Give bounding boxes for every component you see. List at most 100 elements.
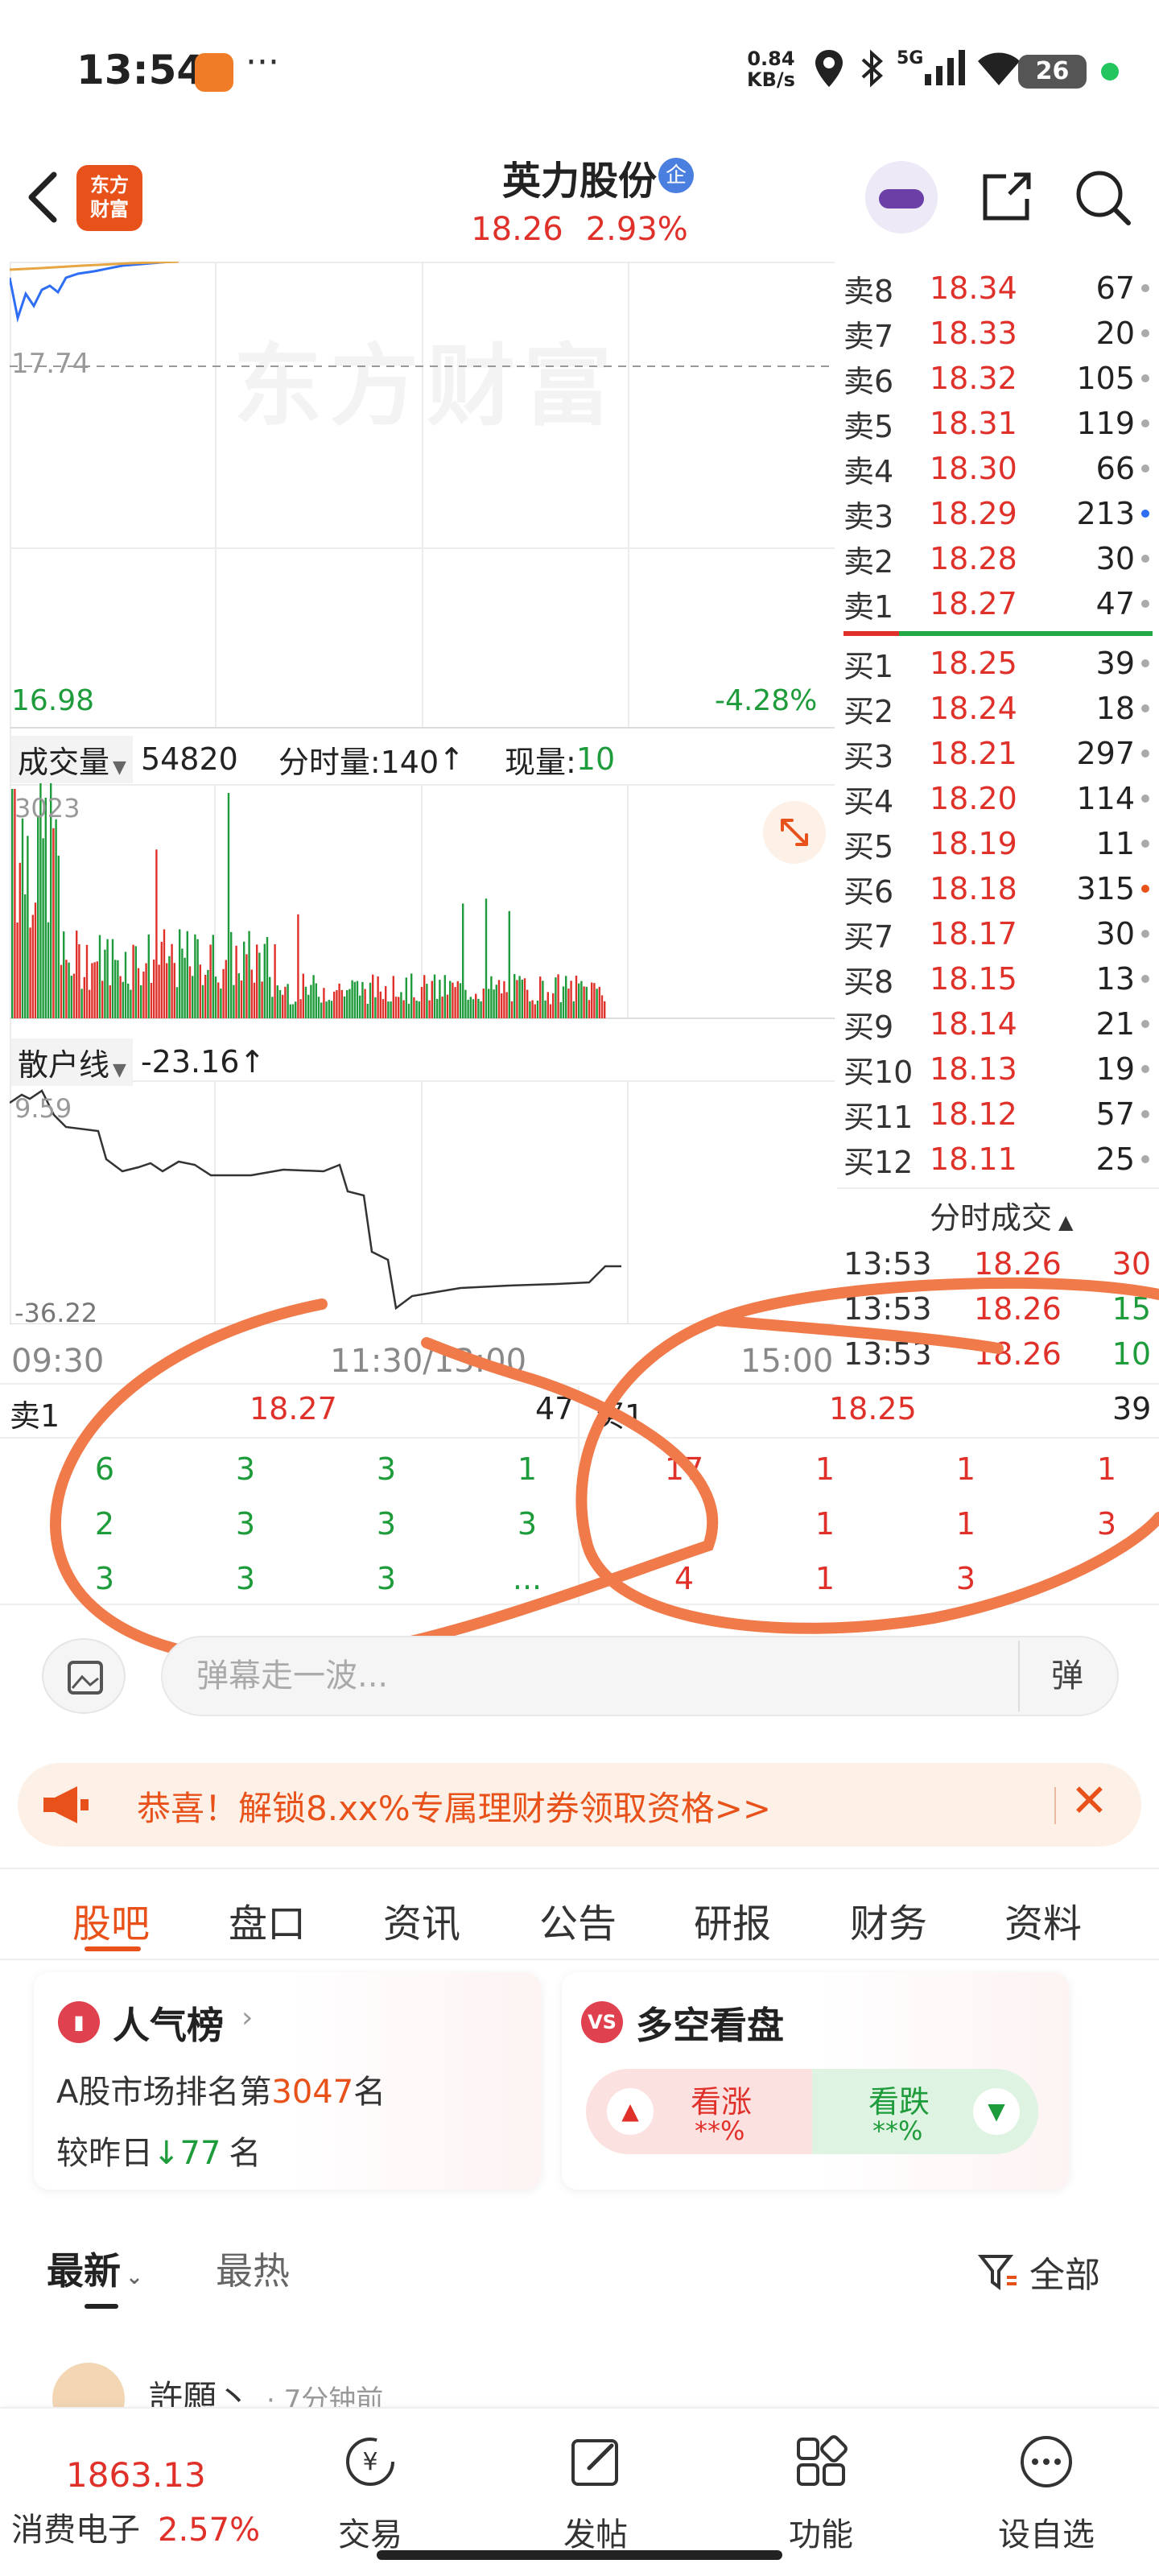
volume-bar [510,1001,514,1018]
ask-row[interactable]: 卖7 18.33 20 [837,311,1159,356]
volume-bar [60,964,63,1018]
tab-profile[interactable]: 资料 [1004,1892,1082,1948]
promo-text[interactable]: 恭喜！解锁8.xx%专属理财券领取资格>> [137,1781,771,1831]
volume-bar [243,941,245,1018]
share-button[interactable] [974,165,1038,229]
volume-bar [150,982,153,1018]
chart-svg [10,262,835,1324]
feed-tab-latest[interactable]: 最新 ⌄ [47,2242,143,2295]
volume-bar [433,974,436,1018]
nav-trade[interactable]: ¥ 交易 [306,2433,435,2555]
danmu-input[interactable]: 弹幕走一波... [161,1636,1119,1716]
volume-bar [555,977,557,1018]
nav-functions[interactable]: 功能 [757,2433,885,2555]
bid-row[interactable]: 买5 18.19 11 [837,821,1159,866]
indicator-dot [1141,659,1149,667]
indicator-dot [1141,555,1149,563]
bid-row[interactable]: 买1 18.25 39 [837,641,1159,686]
volume-bar [497,980,501,1018]
bid-volume: 30 [1095,916,1135,952]
bid-label: 买9 [843,1009,894,1045]
volume-bar [385,986,387,1018]
index-quote[interactable]: 消费电子 2.57% [11,2504,260,2550]
bid-row[interactable]: 买7 18.17 30 [837,911,1159,956]
volume-bar [443,975,446,1018]
bid-row[interactable]: 买6 18.18 315 [837,866,1159,911]
tab-finance[interactable]: 财务 [850,1892,927,1948]
stock-price: 18.26 [471,211,563,248]
volume-indicator-select[interactable]: 成交量 ▼ [11,735,133,783]
ask-row[interactable]: 卖5 18.31 119 [837,401,1159,446]
vote-down-button[interactable]: 看跌 **% ▼ [812,2069,1038,2154]
volume-bar [501,993,503,1018]
tab-news[interactable]: 资讯 [383,1892,460,1948]
feed-tab-hot[interactable]: 最热 [216,2242,290,2295]
chevron-down-icon: ⌄ [126,2265,143,2289]
filter-button[interactable]: 全部 [978,2246,1100,2297]
banner-close-icon[interactable]: ✕ [1070,1775,1108,1827]
bid-row[interactable]: 买3 18.21 297 [837,731,1159,776]
volume-bar [436,998,439,1018]
ask-row[interactable]: 卖2 18.28 30 [837,536,1159,581]
search-button[interactable] [1070,165,1135,229]
bid-row[interactable]: 买8 18.15 13 [837,956,1159,1001]
tab-pankou[interactable]: 盘口 [229,1892,306,1948]
ask-row[interactable]: 卖3 18.29 213 [837,491,1159,536]
volume-bar [390,1001,392,1018]
volume-bar [485,898,488,1018]
index-value[interactable]: 1863.13 [66,2455,206,2495]
index-change: 2.57% [158,2512,261,2549]
volume-bar [503,980,505,1018]
volume-bar [222,968,225,1018]
nav-post[interactable]: 发帖 [531,2433,660,2555]
volume-bar [278,989,282,1018]
volume-bar [119,976,122,1018]
nav-add-watchlist[interactable]: 设自选 [982,2433,1111,2555]
bid-row[interactable]: 买4 18.20 114 [837,776,1159,821]
volume-bar [117,960,119,1018]
ticks-divider [837,1187,1159,1189]
volume-bar [593,983,596,1018]
ask-price: 18.33 [930,316,1017,351]
image-button[interactable] [42,1638,126,1714]
tab-research[interactable]: 研报 [694,1892,771,1948]
volume-bar [287,984,289,1018]
volume-bar [364,989,366,1018]
ask-row[interactable]: 卖6 18.32 105 [837,356,1159,401]
bid-row[interactable]: 买12 18.11 25 [837,1137,1159,1182]
volume-bar [27,836,29,1018]
volume-bar [266,937,269,1018]
bid-row[interactable]: 买10 18.13 19 [837,1046,1159,1092]
volume-bars [11,759,606,1018]
volume-bar [562,986,565,1018]
volume-bar [140,985,142,1018]
volume-bar [235,945,237,1018]
retail-indicator-select[interactable]: 散户线 ▼ [11,1038,133,1086]
ask-row[interactable]: 卖1 18.27 47 [837,581,1159,626]
indicator-dot [1141,600,1149,608]
bid-volume: 21 [1095,1006,1135,1042]
expand-chart-button[interactable] [763,801,826,864]
ask-row[interactable]: 卖8 18.34 67 [837,266,1159,311]
bid-volume: 297 [1076,736,1135,771]
low-pct-label: -4.28% [715,684,818,717]
bid-row[interactable]: 买11 18.12 57 [837,1092,1159,1137]
arrow-down-icon: ↓ [153,2135,180,2172]
volume-bar [217,982,220,1018]
ask-row[interactable]: 卖4 18.30 66 [837,446,1159,491]
volume-bar [410,973,413,1018]
volume-bar [398,997,400,1018]
volume-bar [276,985,278,1018]
vote-up-button[interactable]: ▲ 看涨 **% [586,2069,812,2154]
order-book[interactable]: 卖8 18.34 67 卖7 18.33 20 卖6 18.32 105 卖5 18.31 119 卖4… [837,266,1159,1182]
tab-guba[interactable]: 股吧 [72,1892,150,1948]
danmu-toggle-button[interactable]: 弹 [1018,1641,1115,1711]
volume-bar [220,988,222,1018]
search-icon [1076,171,1131,225]
volume-bar [130,989,132,1018]
ticks-title[interactable]: 分时成交 ▲ [930,1193,1073,1237]
bid-row[interactable]: 买2 18.24 18 [837,686,1159,731]
tab-announcements[interactable]: 公告 [539,1892,617,1948]
bid-row[interactable]: 买9 18.14 21 [837,1001,1159,1046]
volume-bar [377,976,379,1018]
